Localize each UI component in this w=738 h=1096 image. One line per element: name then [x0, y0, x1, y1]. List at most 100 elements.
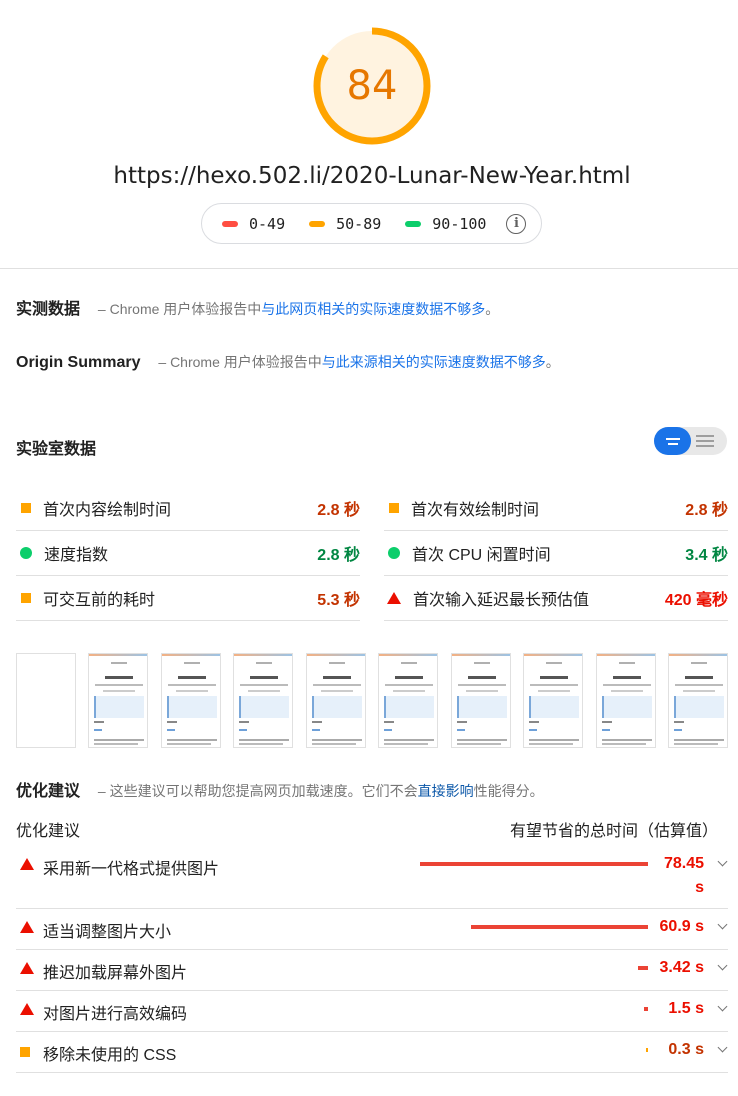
origin-summary-row: Origin Summary – Chrome 用户体验报告中与此来源相关的实际…: [16, 352, 560, 372]
lab-metric-label: 速度指数: [44, 547, 109, 564]
fail-triangle-icon: [20, 858, 34, 870]
opportunity-savings-value: 60.9 s: [659, 918, 704, 935]
fail-triangle-icon: [20, 1003, 34, 1015]
opportunity-label: 采用新一代格式提供图片: [43, 861, 220, 878]
origin-summary-dash: –: [158, 354, 167, 370]
fail-triangle-icon: [20, 921, 34, 933]
page-url: https://hexo.502.li/2020-Lunar-New-Year.…: [113, 163, 631, 189]
info-icon[interactable]: i: [506, 213, 527, 234]
field-data-link[interactable]: 与此网页相关的实际速度数据不够多: [261, 301, 485, 317]
filmstrip-frame-thumbnail: [160, 653, 221, 748]
origin-summary-title: Origin Summary: [16, 354, 141, 371]
lab-metric-label: 可交互前的耗时: [43, 592, 156, 609]
opportunity-savings-bar: [646, 1048, 648, 1052]
opportunity-row[interactable]: 对图片进行高效编码 1.5 s: [16, 991, 728, 1032]
lab-metric-label: 首次有效绘制时间: [411, 502, 540, 519]
opportunities-header: 优化建议 – 这些建议可以帮助您提高网页加载速度。它们不会直接影响性能得分。: [16, 777, 544, 801]
average-square-icon: [21, 503, 31, 513]
opportunity-row[interactable]: 推迟加载屏幕外图片 3.42 s: [16, 950, 728, 991]
opportunity-savings-bar: [638, 966, 648, 970]
average-square-icon: [20, 1047, 30, 1057]
opportunities-desc-link[interactable]: 直接影响: [418, 783, 474, 799]
opportunity-column-header: 优化建议: [16, 823, 81, 840]
chevron-down-icon[interactable]: [717, 919, 728, 930]
lab-metric-label: 首次 CPU 闲置时间: [412, 547, 551, 564]
opportunity-label: 对图片进行高效编码: [43, 1006, 188, 1023]
lab-metric-row: 可交互前的耗时 5.3 秒: [16, 576, 360, 621]
lab-metric-label: 首次输入延迟最长预估值: [413, 592, 590, 609]
lab-metric-value: 2.8 秒: [685, 502, 728, 519]
opportunity-savings-value: 0.3 s: [668, 1041, 704, 1058]
fail-triangle-icon: [20, 962, 34, 974]
field-data-row: 实测数据 – Chrome 用户体验报告中与此网页相关的实际速度数据不够多。: [16, 295, 499, 319]
origin-summary-end: 。: [545, 354, 560, 370]
compact-view-icon[interactable]: [654, 427, 691, 455]
lab-metric-value: 2.8 秒: [317, 502, 360, 519]
pass-circle-icon: [388, 547, 400, 559]
average-square-icon: [21, 593, 31, 603]
opportunity-savings-bar: [471, 925, 648, 929]
lab-metric-value: 2.8 秒: [317, 547, 360, 564]
opportunity-row[interactable]: 采用新一代格式提供图片 78.45 s: [16, 846, 728, 909]
chevron-down-icon[interactable]: [717, 960, 728, 971]
opportunity-row[interactable]: 移除未使用的 CSS 0.3 s: [16, 1032, 728, 1073]
field-data-title: 实测数据: [16, 301, 81, 318]
filmstrip-frame-thumbnail: [668, 653, 728, 748]
legend-average-marker: [309, 220, 326, 227]
legend-pass-marker: [405, 220, 422, 227]
expanded-view-icon[interactable]: [696, 435, 716, 450]
origin-summary-text: Chrome 用户体验报告中: [170, 354, 322, 370]
lab-data-title: 实验室数据: [16, 441, 97, 458]
filmstrip-frame-blank: [16, 653, 76, 748]
filmstrip-frame-thumbnail: [378, 653, 438, 748]
opportunity-savings-bar: [644, 1007, 648, 1011]
origin-summary-link[interactable]: 与此来源相关的实际速度数据不够多: [322, 354, 546, 370]
opportunity-row[interactable]: 适当调整图片大小 60.9 s: [16, 909, 728, 950]
opportunity-savings-value: 78.45 s: [663, 855, 704, 896]
opportunity-savings-value: 3.42 s: [659, 959, 704, 976]
average-square-icon: [389, 503, 399, 513]
chevron-down-icon[interactable]: [717, 1042, 728, 1053]
metrics-view-toggle[interactable]: [654, 427, 727, 455]
field-data-dash: –: [97, 301, 106, 317]
chevron-down-icon[interactable]: [717, 1001, 728, 1012]
field-data-text: Chrome 用户体验报告中: [109, 301, 262, 317]
lab-metric-row: 首次 CPU 闲置时间 3.4 秒: [384, 531, 728, 576]
lab-metric-row: 首次有效绘制时间 2.8 秒: [384, 486, 728, 531]
opportunities-title: 优化建议: [16, 783, 81, 800]
opportunity-savings-bar: [420, 862, 648, 866]
filmstrip-frame-thumbnail: [595, 653, 656, 748]
lab-metric-value: 3.4 秒: [685, 547, 728, 564]
legend-fail-label: 0-49: [249, 214, 286, 233]
lab-metric-row: 速度指数 2.8 秒: [16, 531, 360, 576]
opportunities-desc-pre: 这些建议可以帮助您提高网页加载速度。它们不会: [109, 783, 418, 799]
filmstrip-frame-thumbnail: [233, 653, 293, 748]
field-data-end: 。: [485, 301, 500, 317]
opportunity-savings-value: 1.5 s: [668, 1000, 704, 1017]
opportunity-label: 适当调整图片大小: [43, 924, 172, 941]
legend-fail-marker: [222, 220, 238, 227]
performance-score-value: 84: [346, 63, 398, 109]
legend-pass-label: 90-100: [432, 214, 487, 233]
lab-metric-label: 首次内容绘制时间: [43, 502, 172, 519]
legend-item-fail: 0-49: [222, 215, 285, 233]
legend-item-average: 50-89: [309, 215, 381, 233]
lab-metric-value: 5.3 秒: [317, 592, 360, 609]
filmstrip-frame-thumbnail: [88, 653, 148, 748]
legend-item-pass: 90-100: [405, 215, 486, 233]
filmstrip-frame-thumbnail: [305, 653, 366, 748]
filmstrip-frame-thumbnail: [450, 653, 511, 748]
lab-metric-row: 首次内容绘制时间 2.8 秒: [16, 486, 360, 531]
fail-triangle-icon: [387, 592, 401, 604]
opportunities-desc-post: 性能得分。: [473, 783, 544, 799]
filmstrip-frame-thumbnail: [523, 653, 583, 748]
lab-metric-value: 420 毫秒: [664, 592, 728, 609]
lab-metric-row: 首次输入延迟最长预估值 420 毫秒: [384, 576, 728, 621]
opportunity-label: 移除未使用的 CSS: [43, 1047, 177, 1064]
opportunities-dash: –: [97, 783, 106, 799]
legend-average-label: 50-89: [336, 214, 382, 233]
chevron-down-icon[interactable]: [717, 856, 728, 867]
score-legend: 0-49 50-89 90-100 i: [201, 203, 542, 244]
opportunity-label: 推迟加载屏幕外图片: [43, 965, 188, 982]
pass-circle-icon: [20, 547, 32, 559]
